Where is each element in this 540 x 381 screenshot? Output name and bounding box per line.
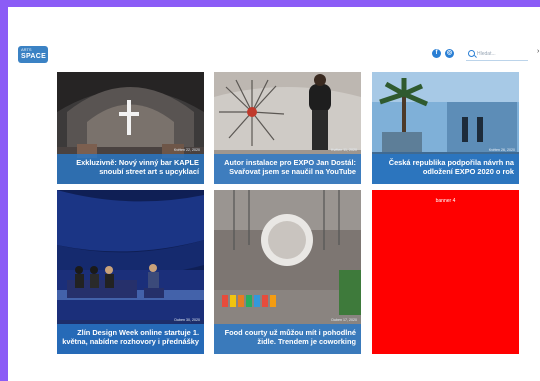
article-caption: Duben 30, 2020 Zlín Design Week online s… xyxy=(57,318,204,354)
article-date: Duben 17, 2020 xyxy=(331,318,357,322)
logo-bottom-text: SPACE xyxy=(21,53,47,60)
ad-banner[interactable]: banner 4 xyxy=(372,190,519,354)
site-header: ARTS SPACE f ◎ › xyxy=(8,7,540,71)
search-box[interactable] xyxy=(466,48,528,61)
article-date: Květen 26, 2020 xyxy=(488,148,515,152)
article-card[interactable]: Květen 11, 2020 Autor instalace pro EXPO… xyxy=(214,72,361,184)
search-input[interactable] xyxy=(477,49,527,58)
article-title[interactable]: Food courty už můžou mít i pohodlné židl… xyxy=(216,328,356,347)
article-caption: Květen 22, 2020 Exkluzivně: Nový vinný b… xyxy=(57,148,204,184)
instagram-icon[interactable]: ◎ xyxy=(445,49,454,58)
article-title[interactable]: Autor instalace pro EXPO Jan Dostál: Sva… xyxy=(216,158,356,177)
site-logo[interactable]: ARTS SPACE xyxy=(18,46,48,63)
article-title[interactable]: Zlín Design Week online startuje 1. květ… xyxy=(59,328,199,347)
banner-label: banner 4 xyxy=(435,198,456,204)
article-date: Květen 11, 2020 xyxy=(331,148,357,152)
cut-off-icon: › xyxy=(537,48,540,55)
page: ARTS SPACE f ◎ › Květen 22, 2020 Exkluzi… xyxy=(8,7,540,381)
article-card[interactable]: Duben 30, 2020 Zlín Design Week online s… xyxy=(57,190,204,354)
facebook-icon[interactable]: f xyxy=(432,49,441,58)
article-card[interactable]: Květen 22, 2020 Exkluzivně: Nový vinný b… xyxy=(57,72,204,184)
article-caption: Duben 17, 2020 Food courty už můžou mít … xyxy=(214,318,361,354)
article-card[interactable]: Duben 17, 2020 Food courty už můžou mít … xyxy=(214,190,361,354)
article-title[interactable]: Exkluzivně: Nový vinný bar KAPLE snoubí … xyxy=(59,158,199,177)
article-date: Květen 22, 2020 xyxy=(173,148,200,152)
article-caption: Květen 11, 2020 Autor instalace pro EXPO… xyxy=(214,148,361,184)
search-icon xyxy=(468,50,475,57)
logo-top-text: ARTS xyxy=(21,47,32,52)
article-date: Duben 30, 2020 xyxy=(174,318,200,322)
article-caption: Květen 26, 2020 Česká republika podpořil… xyxy=(372,148,519,184)
article-card[interactable]: Květen 26, 2020 Česká republika podpořil… xyxy=(372,72,519,184)
article-title[interactable]: Česká republika podpořila návrh na odlož… xyxy=(374,158,514,177)
